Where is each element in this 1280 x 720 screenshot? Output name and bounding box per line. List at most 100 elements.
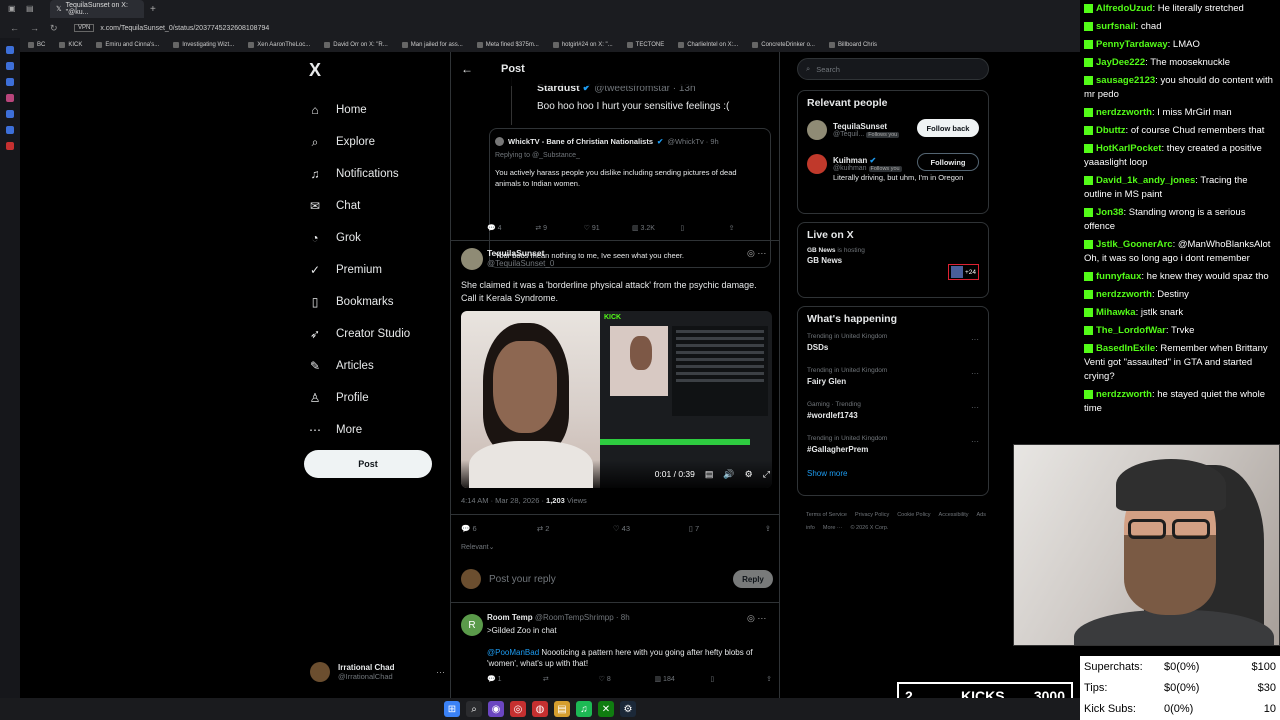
more-icon[interactable]: ··· bbox=[971, 403, 979, 412]
live-on-x-card[interactable]: Live on X GB News is hosting GB News +24 bbox=[797, 222, 989, 298]
post-video[interactable]: KICK ▶ 0:01 / 0:39 ▤ 🔊 ⚙ ⤢ bbox=[461, 311, 772, 488]
trend-item[interactable]: Trending in United Kingdom DSDs ··· bbox=[807, 333, 979, 359]
nav-item-more[interactable]: ⋯ More bbox=[308, 414, 448, 446]
rail-app-icon[interactable] bbox=[6, 126, 14, 134]
person-row[interactable]: Kuihman ✔ @kuihman Follows you Following bbox=[807, 151, 979, 177]
trend-item[interactable]: Trending in United Kingdom Fairy Glen ··· bbox=[807, 367, 979, 393]
like-action[interactable]: ♡ 43 bbox=[613, 524, 689, 533]
show-more-link[interactable]: Show more bbox=[807, 469, 979, 478]
chat-username[interactable]: nerdzzworth bbox=[1096, 107, 1152, 118]
more-icon[interactable]: ··· bbox=[757, 248, 766, 258]
reply-action[interactable]: 💬 6 bbox=[461, 524, 537, 533]
chat-username[interactable]: Jstlk_GoonerArc bbox=[1096, 239, 1173, 250]
rail-app-icon[interactable] bbox=[6, 78, 14, 86]
rail-app-icon[interactable] bbox=[6, 62, 14, 70]
taskbar-files-icon[interactable]: ▤ bbox=[554, 701, 570, 717]
taskbar-chrome-icon[interactable]: ◍ bbox=[532, 701, 548, 717]
trend-item[interactable]: Gaming · Trending #wordlef1743 ··· bbox=[807, 401, 979, 427]
bookmark-item[interactable]: David Orr on X: "R... bbox=[324, 42, 388, 48]
more-icon[interactable]: ··· bbox=[971, 369, 979, 378]
following-button[interactable]: Following bbox=[917, 153, 979, 171]
bookmark-item[interactable]: CharlieIntel on X:... bbox=[678, 42, 738, 48]
back-arrow-icon[interactable]: ← bbox=[461, 62, 473, 76]
vpn-badge[interactable]: VPN bbox=[74, 24, 95, 32]
person-row[interactable]: TequilaSunset @Tequil... Follows you Fol… bbox=[807, 117, 979, 143]
rail-app-icon[interactable] bbox=[6, 110, 14, 118]
chat-username[interactable]: JayDee222 bbox=[1096, 57, 1145, 68]
nav-item-profile[interactable]: ♙ Profile bbox=[308, 382, 448, 414]
account-switcher[interactable]: Irrational Chad @IrrationalChad ··· bbox=[310, 659, 445, 685]
footer-link[interactable]: © 2026 X Corp. bbox=[850, 525, 888, 531]
footer-link[interactable]: More ··· bbox=[823, 525, 843, 531]
chat-username[interactable]: HotKarlPocket bbox=[1096, 143, 1161, 154]
sidebar-toggle-icon[interactable]: ▣ bbox=[8, 4, 18, 14]
bookmark-item[interactable]: Emiru and Cinna's... bbox=[96, 42, 159, 48]
chat-username[interactable]: surfsnail bbox=[1096, 21, 1136, 32]
more-icon[interactable]: ··· bbox=[757, 613, 766, 623]
reply-button[interactable]: Reply bbox=[733, 570, 773, 588]
nav-item-creator-studio[interactable]: ➶ Creator Studio bbox=[308, 318, 448, 350]
bookmark-item[interactable]: TECTONE bbox=[626, 42, 664, 48]
taskbar-search-icon[interactable]: ⌕ bbox=[466, 701, 482, 717]
repost-action[interactable]: ⇄ bbox=[543, 675, 599, 683]
reply-action[interactable]: 💬 1 bbox=[487, 675, 543, 683]
chat-username[interactable]: nerdzzworth bbox=[1096, 289, 1152, 300]
more-icon[interactable]: ··· bbox=[971, 437, 979, 446]
url-field[interactable]: x.com/TequilaSunset_0/status/20377452326… bbox=[100, 25, 269, 32]
grok-icon[interactable]: ◎ bbox=[747, 248, 755, 258]
taskbar-app1-icon[interactable]: ◉ bbox=[488, 701, 504, 717]
taskbar-app2-icon[interactable]: ◎ bbox=[510, 701, 526, 717]
rail-app-icon[interactable] bbox=[6, 94, 14, 102]
bookmark-item[interactable]: KICK bbox=[59, 42, 82, 48]
views-action[interactable]: ▥ 184 bbox=[654, 675, 710, 683]
reply-input[interactable]: Post your reply bbox=[489, 574, 556, 585]
share-icon[interactable]: ⇪ bbox=[766, 675, 772, 683]
forward-icon[interactable]: → bbox=[30, 23, 40, 33]
taskbar-spotify-icon[interactable]: ♫ bbox=[576, 701, 592, 717]
settings-icon[interactable]: ⚙ bbox=[745, 469, 753, 480]
chat-username[interactable]: The_LordofWar bbox=[1096, 325, 1166, 336]
footer-link[interactable]: Terms of Service bbox=[806, 512, 847, 518]
nav-item-explore[interactable]: ⌕ Explore bbox=[308, 126, 448, 158]
grok-icon[interactable]: ◎ bbox=[747, 613, 755, 623]
bookmark-item[interactable]: BC bbox=[28, 42, 45, 48]
chat-username[interactable]: Dbuttz bbox=[1096, 125, 1126, 136]
post-menu[interactable]: ◎ ··· bbox=[747, 248, 766, 259]
trend-item[interactable]: Trending in United Kingdom #GallagherPrem… bbox=[807, 435, 979, 461]
search-input[interactable]: ⌕ Search bbox=[797, 58, 989, 80]
new-tab-icon[interactable]: + bbox=[150, 4, 156, 15]
reload-icon[interactable]: ↻ bbox=[50, 23, 60, 34]
quoted-tweet-whick[interactable]: WhickTV - Bane of Christian Nationalists… bbox=[489, 128, 771, 268]
avatar[interactable]: R bbox=[461, 614, 483, 636]
browser-tab-active[interactable]: 𝕏 TequilaSunset on X: "@ku... bbox=[50, 0, 144, 18]
tabs-icon[interactable]: ▤ bbox=[26, 4, 36, 14]
nav-item-premium[interactable]: ✓ Premium bbox=[308, 254, 448, 286]
back-icon[interactable]: ← bbox=[10, 23, 20, 33]
bookmark-icon[interactable]: ▯ bbox=[680, 224, 728, 232]
repost-action[interactable]: ⇄ 9 bbox=[535, 224, 583, 232]
share-icon[interactable]: ⇪ bbox=[765, 524, 771, 533]
repost-action[interactable]: ⇄ 2 bbox=[537, 524, 613, 533]
taskbar-steam-icon[interactable]: ⚙ bbox=[620, 701, 636, 717]
comment-author[interactable]: Room Temp @RoomTempShrimpp · 8h bbox=[487, 613, 630, 622]
nav-item-home[interactable]: ⌂ Home bbox=[308, 94, 448, 126]
reply-action[interactable]: 💬 4 bbox=[487, 224, 535, 232]
nav-item-notifications[interactable]: ♫ Notifications bbox=[308, 158, 448, 190]
bookmark-item[interactable]: Xen AaronTheLoc... bbox=[248, 42, 310, 48]
reply-sort[interactable]: Relevant⌄ bbox=[461, 543, 495, 551]
bookmark-item[interactable]: Man jailed for ass... bbox=[401, 42, 463, 48]
taskbar-xbox-icon[interactable]: ✕ bbox=[598, 701, 614, 717]
avatar[interactable] bbox=[461, 248, 483, 270]
mention-link[interactable]: @PooManBad bbox=[487, 648, 539, 657]
share-icon[interactable]: ⇪ bbox=[729, 224, 777, 232]
chat-username[interactable]: PennyTardaway bbox=[1096, 39, 1168, 50]
nav-item-bookmarks[interactable]: ▯ Bookmarks bbox=[308, 286, 448, 318]
bookmark-item[interactable]: Billboard Chris bbox=[828, 42, 877, 48]
x-logo[interactable]: X bbox=[309, 60, 321, 81]
views-action[interactable]: ▥ 3.2K bbox=[632, 224, 680, 232]
bookmark-item[interactable]: Investigating Wizt... bbox=[173, 42, 234, 48]
bookmark-item[interactable]: ConcreteDrinker o... bbox=[752, 42, 815, 48]
bookmark-icon[interactable]: ▯ bbox=[710, 675, 766, 683]
chat-username[interactable]: BasedInExile bbox=[1096, 343, 1155, 354]
nav-item-grok[interactable]: ◔ Grok bbox=[308, 222, 448, 254]
